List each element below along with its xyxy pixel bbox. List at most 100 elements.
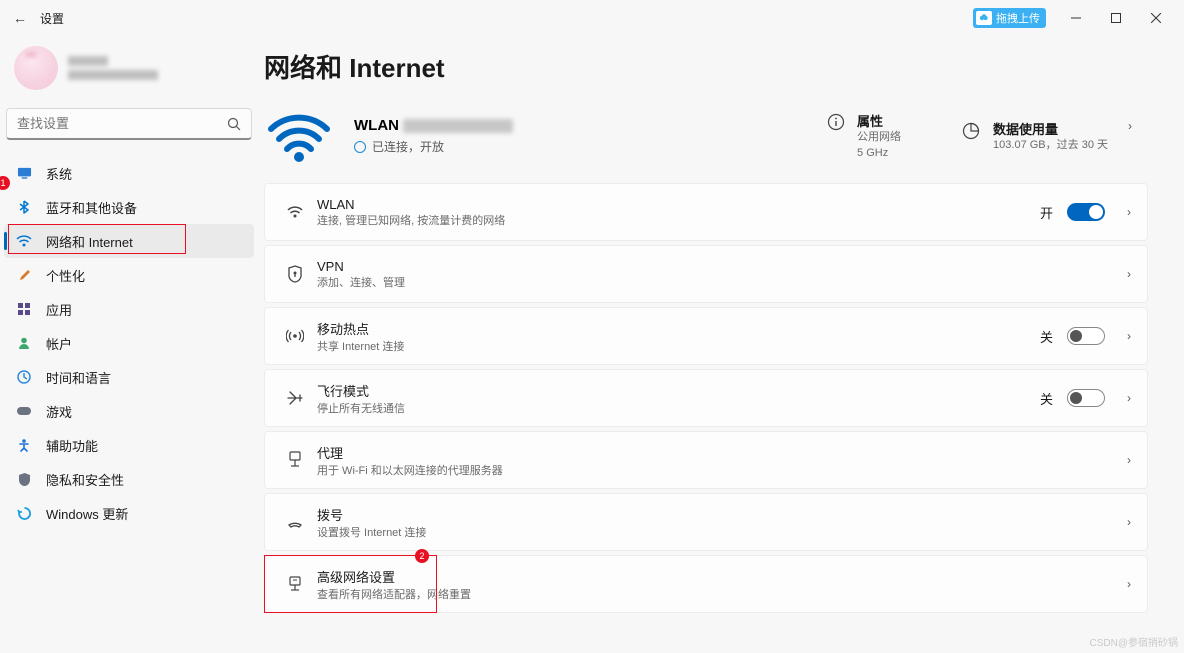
chevron-right-icon: › [1128, 119, 1132, 133]
settings-card-6[interactable]: 高级网络设置查看所有网络适配器，网络重置›2 [264, 555, 1148, 613]
sidebar-item-0[interactable]: 系统 [0, 156, 258, 190]
profile[interactable] [0, 40, 258, 108]
avatar [14, 46, 58, 90]
minimize-button[interactable] [1056, 4, 1096, 32]
settings-cards: WLAN连接, 管理已知网络, 按流量计费的网络开›VPN添加、连接、管理›移动… [258, 183, 1148, 613]
page-title: 网络和 Internet [264, 48, 1148, 85]
vpn-shield-icon [279, 265, 311, 283]
wifi-icon [279, 205, 311, 219]
toggle-switch[interactable] [1067, 389, 1105, 407]
chevron-right-icon: › [1127, 453, 1131, 467]
hotspot-icon [279, 328, 311, 344]
bluetooth-icon [16, 200, 32, 214]
search-input-wrap[interactable] [6, 108, 252, 140]
person-icon [16, 336, 32, 350]
chevron-right-icon: › [1127, 205, 1131, 219]
sidebar-item-label: 网络和 Internet [46, 232, 133, 251]
update-icon [16, 506, 32, 521]
card-title: WLAN [317, 197, 505, 212]
sidebar-item-6[interactable]: 时间和语言 [0, 360, 258, 394]
sidebar-item-4[interactable]: 应用 [0, 292, 258, 326]
toggle-switch[interactable] [1067, 203, 1105, 221]
card-title: 拨号 [317, 505, 426, 524]
dialup-icon [279, 515, 311, 529]
card-title: 移动热点 [317, 319, 404, 338]
properties-line1: 公用网络 [857, 130, 901, 145]
brush-icon [16, 268, 32, 282]
sidebar-item-label: 帐户 [46, 334, 72, 353]
wlan-ssid-prefix: WLAN [354, 117, 399, 134]
sidebar-item-9[interactable]: 隐私和安全性 [0, 462, 258, 496]
drag-upload-badge[interactable]: 拖拽上传 [973, 8, 1046, 28]
window-controls: 拖拽上传 [973, 4, 1176, 32]
settings-card-3[interactable]: 飞行模式停止所有无线通信 关 › [264, 369, 1148, 427]
card-title: 高级网络设置 [317, 567, 471, 586]
card-subtitle: 查看所有网络适配器，网络重置 [317, 586, 471, 602]
card-subtitle: 共享 Internet 连接 [317, 338, 404, 354]
shield-icon [16, 472, 32, 487]
wifi-icon [16, 234, 32, 248]
card-subtitle: 连接, 管理已知网络, 按流量计费的网络 [317, 212, 505, 228]
gamepad-icon [16, 405, 32, 417]
properties-line2: 5 GHz [857, 146, 901, 161]
chevron-right-icon: › [1127, 391, 1131, 405]
card-subtitle: 停止所有无线通信 [317, 400, 405, 416]
settings-card-2[interactable]: 移动热点共享 Internet 连接 关 › [264, 307, 1148, 365]
sidebar-item-10[interactable]: Windows 更新 [0, 496, 258, 530]
toggle-switch[interactable] [1067, 327, 1105, 345]
airplane-icon [279, 390, 311, 406]
info-icon [827, 113, 845, 131]
toggle-state-label: 关 [1040, 327, 1053, 346]
sidebar-item-2[interactable]: 网络和 Internet [4, 224, 254, 258]
card-subtitle: 用于 Wi-Fi 和以太网连接的代理服务器 [317, 462, 503, 478]
window-title: 设置 [40, 10, 64, 27]
settings-card-5[interactable]: 拨号设置拨号 Internet 连接 › [264, 493, 1148, 551]
sidebar-item-label: 应用 [46, 300, 72, 319]
clock-lang-icon [16, 370, 32, 384]
card-subtitle: 添加、连接、管理 [317, 274, 405, 290]
data-usage-icon [961, 121, 981, 141]
maximize-button[interactable] [1096, 4, 1136, 32]
toggle-state-label: 关 [1040, 389, 1053, 408]
data-usage-line: 103.07 GB，过去 30 天 [993, 138, 1108, 153]
drag-upload-label: 拖拽上传 [996, 10, 1040, 26]
close-button[interactable] [1136, 4, 1176, 32]
monitor-icon [16, 166, 32, 181]
sidebar-item-1[interactable]: 蓝牙和其他设备1 [0, 190, 258, 224]
chevron-right-icon: › [1127, 267, 1131, 281]
settings-card-1[interactable]: VPN添加、连接、管理› [264, 245, 1148, 303]
data-usage-title: 数据使用量 [993, 119, 1108, 138]
watermark: CSDN@参宿捎砂锅 [1090, 634, 1179, 649]
settings-card-4[interactable]: 代理用于 Wi-Fi 和以太网连接的代理服务器› [264, 431, 1148, 489]
settings-card-0[interactable]: WLAN连接, 管理已知网络, 按流量计费的网络 开 › [264, 183, 1148, 241]
back-button[interactable]: ← [8, 10, 32, 26]
sidebar-item-label: 隐私和安全性 [46, 470, 124, 489]
cloud-icon [976, 11, 992, 25]
network-hero: WLAN 已连接，开放 属性 公用网络 5 GHz [258, 101, 1148, 183]
sidebar-item-label: 辅助功能 [46, 436, 98, 455]
wlan-status: 已连接，开放 [372, 138, 444, 155]
accessibility-icon [16, 438, 32, 452]
properties-title: 属性 [857, 111, 901, 130]
sidebar-item-3[interactable]: 个性化 [0, 258, 258, 292]
properties-link[interactable]: 属性 公用网络 5 GHz [827, 111, 901, 161]
annotation-badge: 2 [415, 549, 429, 563]
card-title: 飞行模式 [317, 381, 405, 400]
card-subtitle: 设置拨号 Internet 连接 [317, 524, 426, 540]
nav-list: 系统蓝牙和其他设备1 网络和 Internet 个性化应用帐户时间和语言游戏辅助功能… [0, 156, 258, 530]
search-input[interactable] [17, 116, 227, 131]
chevron-right-icon: › [1127, 577, 1131, 591]
main-content: 网络和 Internet WLAN 已连接，开放 [258, 36, 1184, 653]
apps-icon [16, 302, 32, 316]
globe-icon [354, 141, 366, 153]
chevron-right-icon: › [1127, 329, 1131, 343]
data-usage-link[interactable]: 数据使用量 103.07 GB，过去 30 天 › [961, 119, 1132, 153]
sidebar-item-5[interactable]: 帐户 [0, 326, 258, 360]
profile-name-redacted [68, 56, 158, 80]
sidebar-item-7[interactable]: 游戏 [0, 394, 258, 428]
sidebar-item-8[interactable]: 辅助功能 [0, 428, 258, 462]
titlebar: ← 设置 拖拽上传 [0, 0, 1184, 36]
toggle-state-label: 开 [1040, 203, 1053, 222]
chevron-right-icon: › [1127, 515, 1131, 529]
wlan-ssid-redacted [403, 119, 513, 133]
